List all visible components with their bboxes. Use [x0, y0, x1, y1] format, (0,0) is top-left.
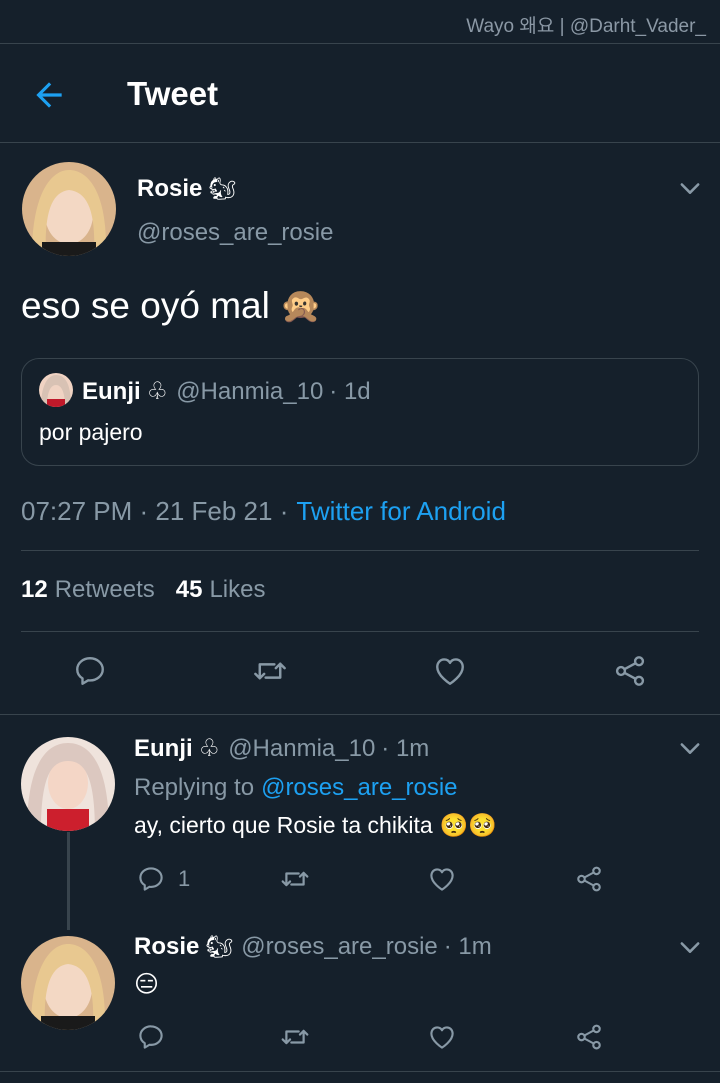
club-suit-icon: ♧ [146, 378, 169, 405]
retweets-count: 12 [21, 576, 48, 603]
replying-to-handle[interactable]: @roses_are_rosie [261, 774, 457, 802]
share-icon [577, 866, 601, 892]
back-button[interactable] [30, 76, 68, 114]
squirrel-emoji-icon: 🐿 [208, 176, 237, 201]
meta-divider [21, 550, 699, 551]
bottom-divider [0, 1071, 720, 1072]
tweet-text-content: eso se oyó mal [21, 285, 270, 326]
heart-icon [430, 1026, 454, 1049]
reply-button[interactable] [72, 653, 108, 689]
club-suit-icon: ♧ [198, 735, 221, 762]
retweet-icon [281, 871, 309, 887]
retweet-icon [281, 1029, 309, 1045]
reply-icon [76, 657, 104, 685]
chevron-down-icon [680, 743, 700, 754]
reply-reply-button[interactable]: 1 [136, 864, 190, 894]
reply-share-button[interactable] [573, 864, 605, 894]
quote-header: Eunji ♧ @Hanmia_10 · 1d [82, 377, 371, 406]
reply-avatar[interactable] [21, 936, 115, 1030]
speak-no-evil-monkey-icon: 🙊 [279, 287, 323, 325]
reply-header: Rosie 🐿 @roses_are_rosie · 1m [134, 933, 492, 961]
quote-time: · 1d [329, 377, 371, 405]
reply-avatar[interactable] [21, 737, 115, 831]
tweet-meta: 07:27 PM · 21 Feb 21 · Twitter for Andro… [21, 496, 506, 527]
reply-author-name[interactable]: Eunji [134, 735, 193, 763]
squirrel-emoji-icon: 🐿 [205, 934, 234, 959]
heart-icon [436, 658, 464, 685]
tweet-stats: 12 Retweets 45 Likes [21, 576, 265, 604]
reply-like-button[interactable] [426, 1022, 458, 1052]
reply-text: 😑 [134, 971, 160, 998]
watermark: Wayo 왜요 | @Darht_Vader_ [466, 16, 706, 37]
quote-author-handle: @Hanmia_10 [176, 377, 324, 405]
thread-line [67, 832, 70, 930]
reply-header: Eunji ♧ @Hanmia_10 · 1m [134, 734, 429, 763]
tweet-author[interactable]: Rosie 🐿 [137, 175, 236, 203]
reply-author-name[interactable]: Rosie [134, 933, 199, 961]
retweets-stat[interactable]: 12 Retweets [21, 576, 155, 604]
reply-text-content: ay, cierto que Rosie ta chikita [134, 812, 433, 838]
author-name: Rosie [137, 175, 203, 202]
tweet-timestamp: 07:27 PM · 21 Feb 21 · [21, 496, 289, 526]
retweets-label: Retweets [54, 576, 155, 603]
reply-share-button[interactable] [573, 1022, 605, 1052]
like-button[interactable] [431, 653, 469, 689]
quote-text: por pajero [39, 419, 143, 445]
tweet-menu-button[interactable] [676, 174, 704, 202]
quote-avatar [39, 373, 73, 407]
share-icon [615, 656, 645, 686]
pleading-face-icon: 🥺🥺 [439, 812, 498, 838]
likes-label: Likes [209, 576, 266, 603]
reply-icon [139, 1025, 163, 1049]
reply-reply-button[interactable] [136, 1022, 166, 1052]
quote-author-name: Eunji [82, 377, 141, 405]
stats-divider [21, 631, 699, 632]
quoted-tweet[interactable] [21, 358, 699, 466]
reply-like-button[interactable] [426, 864, 458, 894]
back-arrow-icon [36, 82, 62, 108]
tweet-bottom-divider [0, 714, 720, 715]
retweet-icon [254, 662, 286, 680]
reply-retweet-button[interactable] [279, 1022, 311, 1052]
chevron-down-icon [680, 183, 700, 194]
likes-stat[interactable]: 45 Likes [176, 576, 266, 604]
tweet-text: eso se oyó mal 🙊 [21, 285, 322, 327]
author-handle[interactable]: @roses_are_rosie [137, 219, 333, 247]
page-title: Tweet [127, 75, 219, 112]
heart-icon [430, 868, 454, 891]
reply-time: · 1m [381, 734, 430, 762]
likes-count: 45 [175, 576, 203, 603]
tweet-source-link[interactable]: Twitter for Android [296, 496, 506, 527]
reply-time: · 1m [443, 933, 492, 960]
reply-author-handle[interactable]: @Hanmia_10 [228, 735, 375, 763]
replying-to-label: Replying to [134, 774, 255, 801]
chevron-down-icon [680, 942, 700, 953]
reply-author-handle[interactable]: @roses_are_rosie [241, 933, 437, 961]
avatar[interactable] [22, 162, 116, 256]
reply-icon [139, 867, 163, 891]
retweet-button[interactable] [251, 653, 289, 689]
reply-count: 1 [178, 866, 191, 891]
reply-retweet-button[interactable] [279, 864, 311, 894]
share-icon [577, 1024, 601, 1050]
reply-menu-button[interactable] [676, 933, 704, 961]
top-divider [0, 43, 720, 44]
replying-to: Replying to @roses_are_rosie [134, 774, 458, 802]
header-divider [0, 142, 720, 143]
share-button[interactable] [611, 653, 649, 689]
reply-text: ay, cierto que Rosie ta chikita 🥺🥺 [134, 812, 497, 839]
reply-menu-button[interactable] [676, 734, 704, 762]
